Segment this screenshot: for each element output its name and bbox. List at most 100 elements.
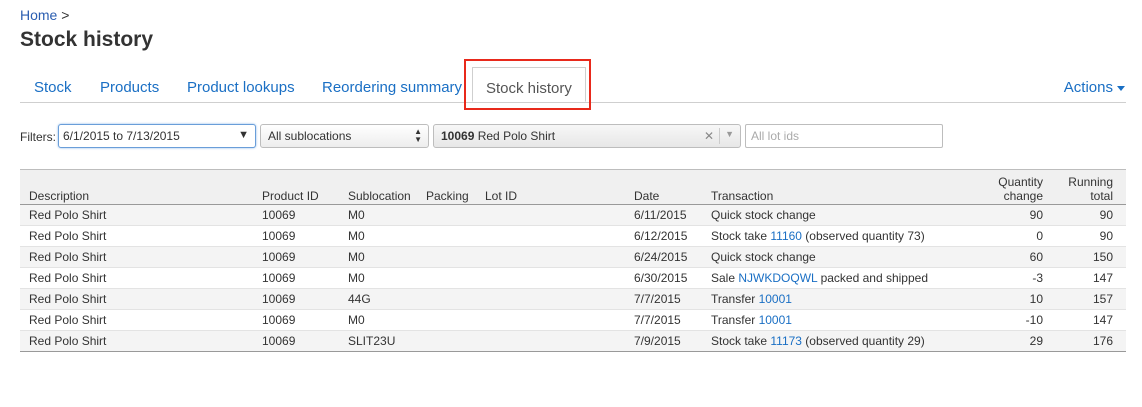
cell-sublocation: M0 (348, 204, 426, 226)
cell-transaction: Quick stock change (711, 246, 971, 268)
header-running-total-line1: Running (1068, 175, 1113, 189)
cell-product-id: 10069 (262, 288, 348, 310)
cell-date: 7/7/2015 (634, 309, 711, 331)
cell-date: 6/11/2015 (634, 204, 711, 226)
transaction-link[interactable]: 11160 (770, 229, 802, 243)
cell-lot-id (485, 246, 634, 268)
header-date[interactable]: Date (634, 169, 711, 205)
stock-history-table: Description Product ID Sublocation Packi… (20, 169, 1126, 352)
cell-date: 7/7/2015 (634, 288, 711, 310)
transaction-link[interactable]: 10001 (759, 292, 792, 306)
header-running-total[interactable]: Running total (1043, 169, 1126, 205)
transaction-text: Stock take (711, 334, 771, 348)
table-header-row: Description Product ID Sublocation Packi… (20, 169, 1126, 205)
cell-lot-id (485, 309, 634, 331)
product-name: Red Polo Shirt (477, 129, 556, 143)
lot-id-input[interactable] (745, 124, 943, 148)
breadcrumb: Home > (20, 7, 69, 23)
cell-sublocation: 44G (348, 288, 426, 310)
cell-product-id: 10069 (262, 267, 348, 289)
cell-quantity-change: 10 (971, 288, 1043, 310)
sublocation-value: All sublocations (268, 129, 352, 143)
transaction-link[interactable]: NJWKDOQWL (738, 271, 817, 285)
cell-product-id: 10069 (262, 225, 348, 247)
transaction-note: (observed quantity 73) (801, 229, 925, 243)
tab-stock[interactable]: Stock (34, 79, 72, 96)
caret-down-icon (1117, 85, 1125, 91)
cell-running-total: 147 (1043, 309, 1126, 331)
header-packing[interactable]: Packing (426, 169, 485, 205)
header-quantity-change-line1: Quantity (998, 175, 1043, 189)
cell-running-total: 90 (1043, 225, 1126, 247)
cell-date: 6/30/2015 (634, 267, 711, 289)
cell-description: Red Polo Shirt (20, 225, 262, 247)
table-row: Red Polo Shirt 10069 M0 6/24/2015 Quick stoc… (20, 246, 1126, 268)
table-row: Red Polo Shirt 10069 M0 6/12/2015 Stock take… (20, 225, 1126, 247)
cell-description: Red Polo Shirt (20, 204, 262, 226)
header-sublocation[interactable]: Sublocation (348, 169, 426, 205)
cell-sublocation: M0 (348, 267, 426, 289)
triangle-down-icon: ▼ (238, 129, 249, 141)
cell-quantity-change: -10 (971, 309, 1043, 331)
breadcrumb-home-link[interactable]: Home (20, 7, 57, 23)
table-row: Red Polo Shirt 10069 M0 7/7/2015 Transfer 10… (20, 309, 1126, 331)
table-row: Red Polo Shirt 10069 44G 7/7/2015 Transfer 1… (20, 288, 1126, 310)
table-row: Red Polo Shirt 10069 SLIT23U 7/9/2015 Stock … (20, 330, 1126, 352)
header-product-id[interactable]: Product ID (262, 169, 348, 205)
transaction-link[interactable]: 10001 (759, 313, 792, 327)
table-row: Red Polo Shirt 10069 M0 6/30/2015 Sale NJWKD… (20, 267, 1126, 289)
header-lot-id[interactable]: Lot ID (485, 169, 634, 205)
date-range-select[interactable]: 6/1/2015 to 7/13/2015 ▼ (58, 124, 256, 148)
transaction-text: Quick stock change (711, 208, 816, 222)
actions-menu-button[interactable]: Actions (1064, 79, 1125, 96)
cell-running-total: 176 (1043, 330, 1126, 352)
tab-products[interactable]: Products (100, 79, 159, 96)
tab-product-lookups[interactable]: Product lookups (187, 79, 295, 96)
cell-description: Red Polo Shirt (20, 309, 262, 331)
tab-reordering-summary[interactable]: Reordering summary (322, 79, 462, 96)
header-running-total-line2: total (1090, 189, 1113, 203)
cell-date: 6/24/2015 (634, 246, 711, 268)
tab-stock-history[interactable]: Stock history (472, 67, 586, 102)
filters-label: Filters: (20, 130, 56, 144)
transaction-text: Transfer (711, 313, 759, 327)
cell-packing (426, 309, 485, 331)
transaction-link[interactable]: 11173 (770, 334, 802, 348)
cell-packing (426, 225, 485, 247)
product-code: 10069 (441, 129, 475, 143)
cell-product-id: 10069 (262, 330, 348, 352)
cell-packing (426, 267, 485, 289)
cell-lot-id (485, 225, 634, 247)
cell-packing (426, 204, 485, 226)
cell-date: 6/12/2015 (634, 225, 711, 247)
transaction-note: packed and shipped (817, 271, 929, 285)
header-description[interactable]: Description (20, 169, 262, 205)
cell-product-id: 10069 (262, 309, 348, 331)
breadcrumb-separator: > (61, 7, 70, 23)
cell-transaction: Quick stock change (711, 204, 971, 226)
cell-transaction: Transfer 10001 (711, 288, 971, 310)
cell-product-id: 10069 (262, 204, 348, 226)
actions-label: Actions (1063, 79, 1113, 96)
cell-product-id: 10069 (262, 246, 348, 268)
cell-lot-id (485, 288, 634, 310)
triangle-down-icon[interactable]: ▼ (725, 129, 734, 139)
cell-sublocation: M0 (348, 246, 426, 268)
cell-description: Red Polo Shirt (20, 288, 262, 310)
product-select[interactable]: 10069 Red Polo Shirt ✕ ▼ (433, 124, 741, 148)
cell-running-total: 90 (1043, 204, 1126, 226)
header-transaction[interactable]: Transaction (711, 169, 971, 205)
cell-transaction: Stock take 11173 (observed quantity 29) (711, 330, 971, 352)
transaction-text: Stock take (711, 229, 771, 243)
header-quantity-change[interactable]: Quantity change (971, 169, 1043, 205)
clear-icon[interactable]: ✕ (704, 129, 714, 143)
cell-transaction: Transfer 10001 (711, 309, 971, 331)
cell-lot-id (485, 330, 634, 352)
tab-bar: Stock Products Product lookups Reorderin… (20, 62, 1126, 103)
header-quantity-change-line2: change (1003, 189, 1043, 203)
cell-sublocation: SLIT23U (348, 330, 426, 352)
cell-quantity-change: 90 (971, 204, 1043, 226)
cell-description: Red Polo Shirt (20, 246, 262, 268)
sublocation-select[interactable]: All sublocations ▲ ▼ (260, 124, 429, 148)
cell-quantity-change: 60 (971, 246, 1043, 268)
